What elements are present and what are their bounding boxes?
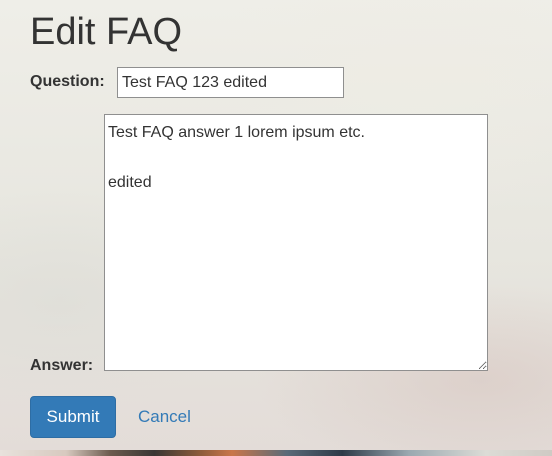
answer-label: Answer: [30,357,94,374]
question-label: Question: [30,73,105,90]
submit-button[interactable]: Submit [30,396,116,438]
question-input[interactable] [117,67,344,98]
cancel-link[interactable]: Cancel [138,407,191,427]
page-title: Edit FAQ [30,11,183,53]
answer-textarea[interactable]: Test FAQ answer 1 lorem ipsum etc. edite… [104,114,488,371]
background-strip [0,450,552,456]
